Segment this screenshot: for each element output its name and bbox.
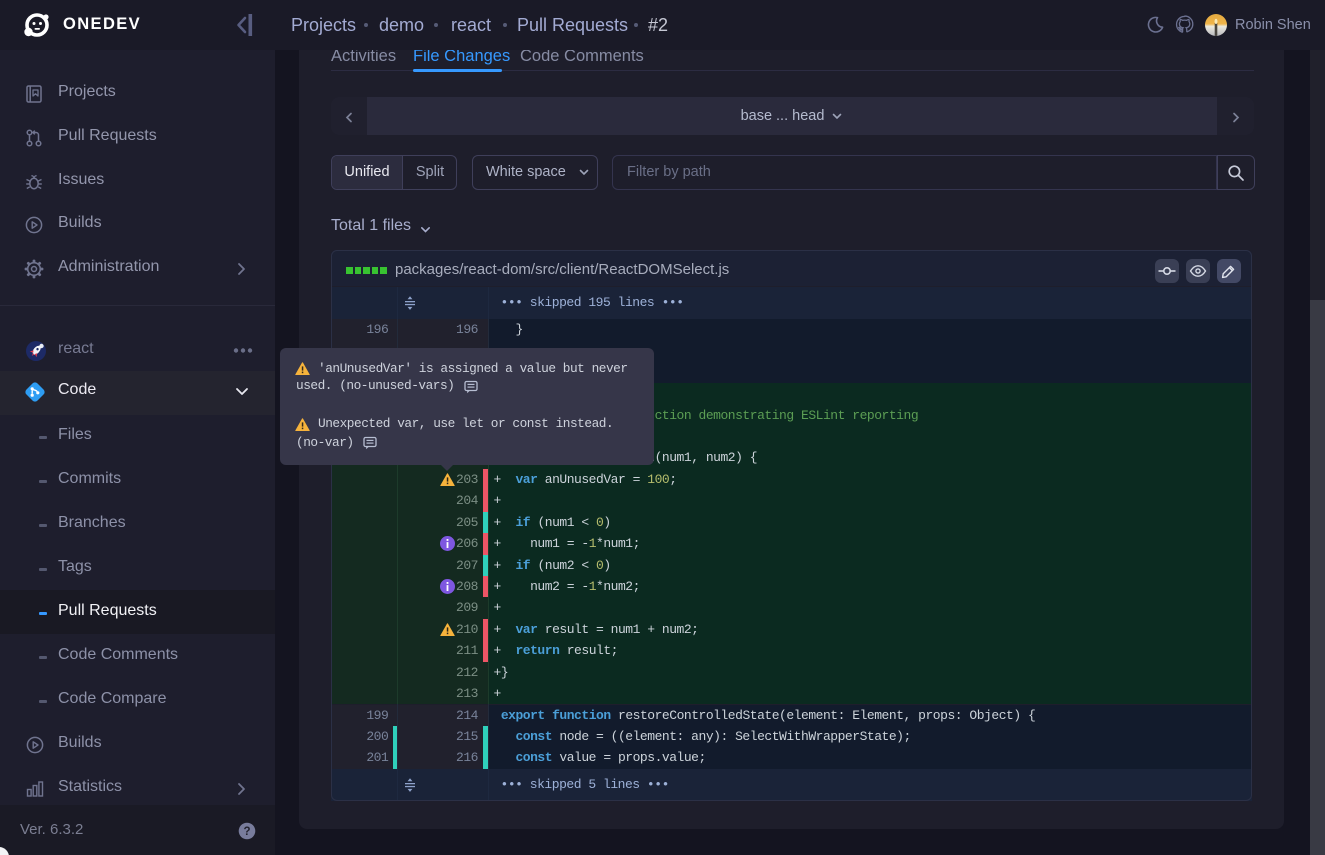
svg-text:?: ? <box>243 826 250 838</box>
